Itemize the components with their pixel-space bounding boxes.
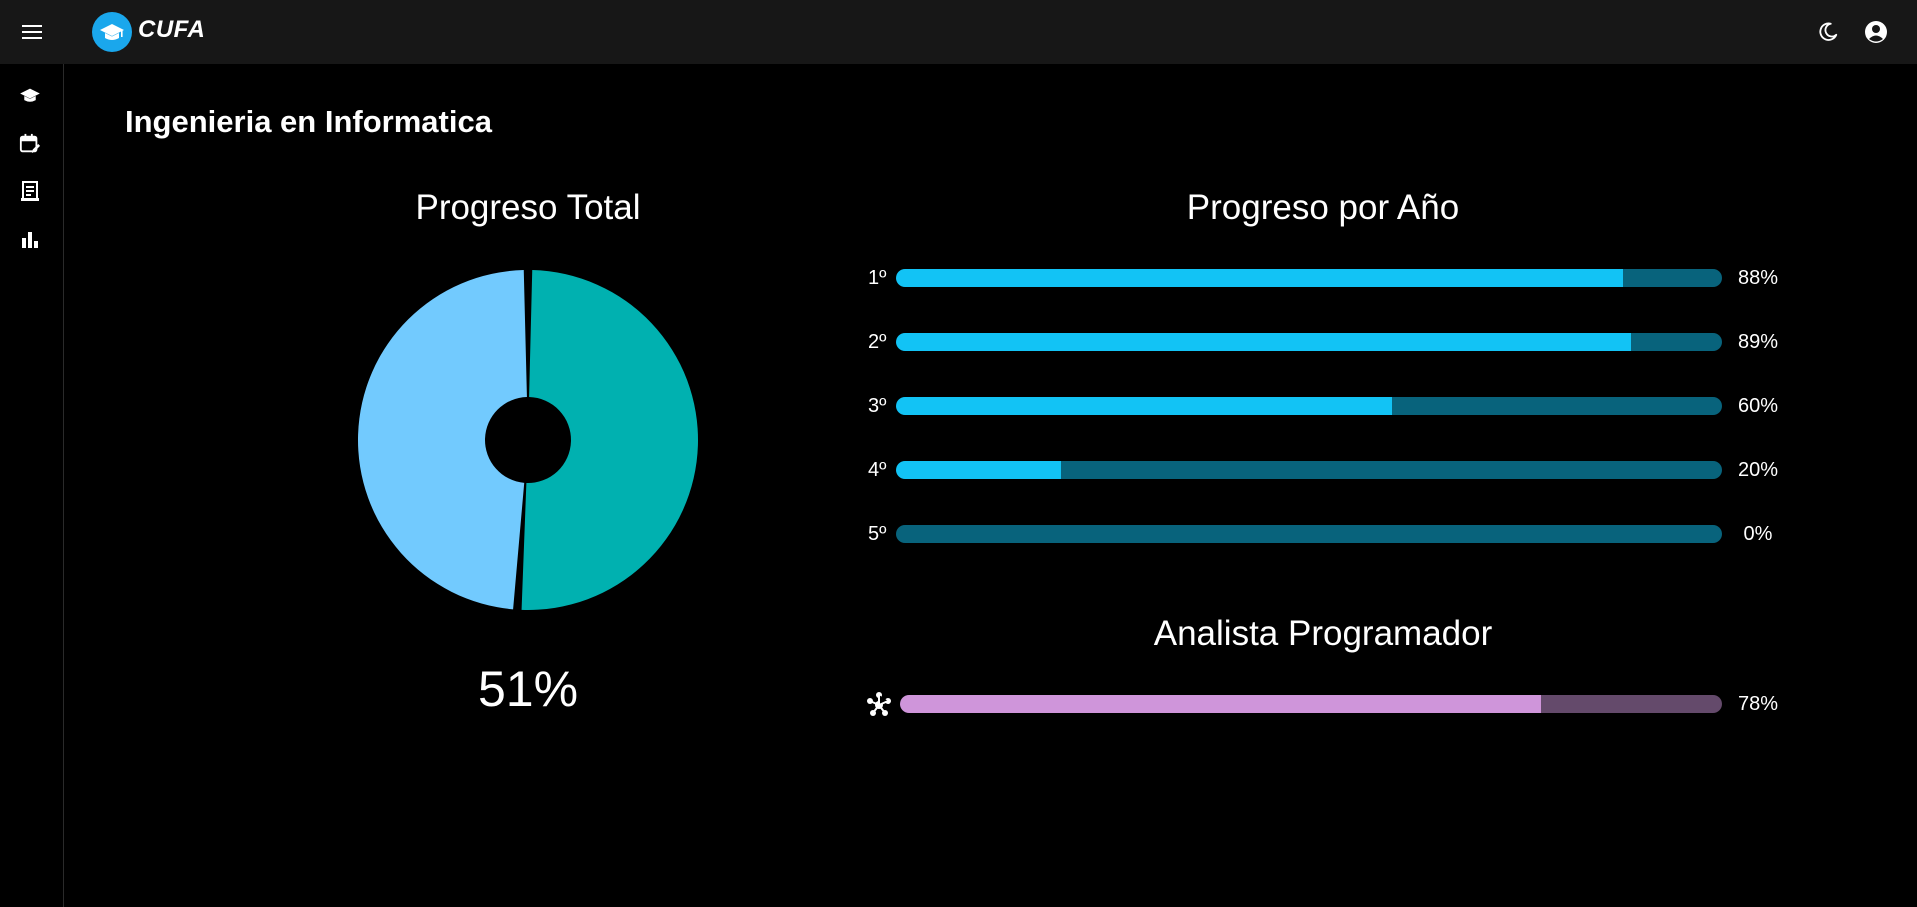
donut-slice-done	[521, 270, 698, 610]
analista-row: 78%	[860, 692, 1780, 716]
moon-icon[interactable]	[1814, 18, 1842, 46]
year-row: 2º 89%	[860, 330, 1780, 354]
progress-fill	[896, 269, 1623, 287]
year-label: 5º	[868, 523, 887, 545]
page-title: Ingenieria en Informatica	[125, 104, 492, 139]
app-bar: CUFA	[0, 0, 1917, 64]
year-row: 3º 60%	[860, 394, 1780, 418]
progress-fill	[896, 333, 1632, 351]
year-percent: 88%	[1737, 267, 1779, 289]
year-percent: 20%	[1737, 459, 1779, 481]
progress-track	[900, 695, 1722, 713]
total-progress-donut	[358, 270, 698, 610]
year-percent: 89%	[1737, 331, 1779, 353]
year-percent: 0%	[1743, 523, 1773, 545]
progress-track	[896, 269, 1722, 287]
receipt-icon[interactable]	[14, 176, 46, 208]
year-label: 2º	[868, 331, 887, 353]
bar-chart-icon[interactable]	[14, 224, 46, 256]
year-progress-title: Progreso por Año	[1186, 188, 1460, 227]
analista-percent: 78%	[1737, 693, 1779, 715]
hub-icon	[866, 692, 892, 723]
year-row: 5º 0%	[860, 522, 1780, 546]
progress-track	[896, 333, 1722, 351]
menu-icon[interactable]	[14, 16, 50, 48]
brand-name[interactable]: CUFA	[138, 16, 205, 44]
progress-fill	[896, 461, 1062, 479]
account-circle-icon[interactable]	[1862, 18, 1890, 46]
school-icon[interactable]	[14, 80, 46, 112]
analista-title: Analista Programador	[1153, 614, 1493, 653]
donut-slice-remaining	[358, 270, 527, 610]
total-progress-title: Progreso Total	[415, 188, 641, 227]
year-row: 4º 20%	[860, 458, 1780, 482]
graduation-cap-icon[interactable]	[92, 12, 132, 52]
year-percent: 60%	[1737, 395, 1779, 417]
total-progress-percent: 51%	[477, 661, 579, 717]
progress-track	[896, 525, 1722, 543]
progress-track	[896, 461, 1722, 479]
year-row: 1º 88%	[860, 266, 1780, 290]
progress-track	[896, 397, 1722, 415]
sidebar	[0, 64, 64, 907]
progress-fill	[900, 695, 1542, 713]
year-label: 1º	[868, 267, 887, 289]
year-label: 4º	[868, 459, 887, 481]
year-label: 3º	[868, 395, 887, 417]
calendar-edit-icon[interactable]	[14, 128, 46, 160]
progress-fill	[896, 397, 1392, 415]
